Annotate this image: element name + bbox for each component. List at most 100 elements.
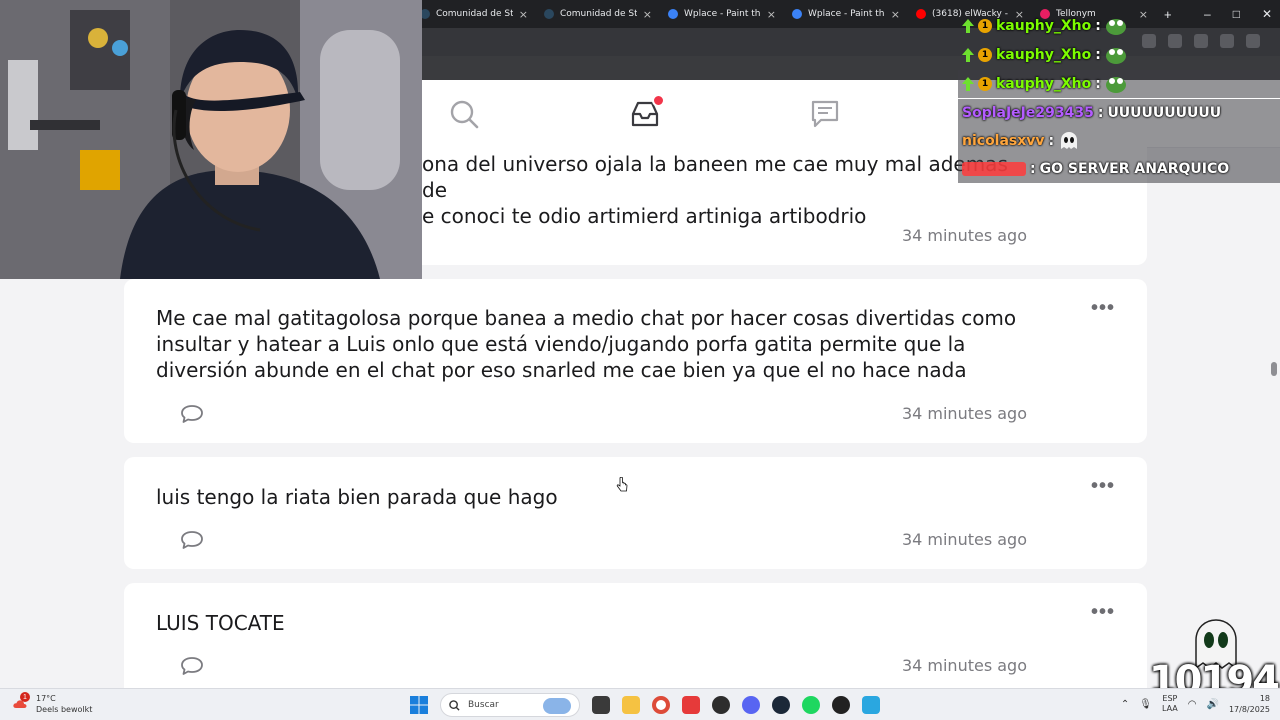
messages-icon[interactable]	[809, 98, 841, 130]
tab-close-icon[interactable]: ×	[891, 8, 900, 21]
chrome-icon[interactable]	[652, 696, 670, 714]
sub-badge-icon: 1	[978, 19, 992, 33]
language-code: ESP	[1162, 694, 1178, 703]
tab-close-icon[interactable]: ×	[643, 8, 652, 21]
browser-tab[interactable]: Wplace - Paint the w ×	[660, 0, 784, 28]
tab-favicon-icon	[916, 9, 926, 19]
search-icon[interactable]	[448, 98, 480, 130]
search-highlight-icon	[543, 698, 571, 714]
weather-alert-badge: 1	[20, 692, 30, 702]
weather-description: Deels bewolkt	[36, 705, 93, 714]
chat-separator: :	[1095, 76, 1101, 92]
browser-tab[interactable]: Wplace - Paint the w ×	[784, 0, 908, 28]
chat-separator: :	[1030, 161, 1036, 177]
hand-cursor-icon	[616, 477, 628, 492]
message-time: 34 minutes ago	[901, 226, 1027, 245]
weather-text: 17°C Deels bewolkt	[36, 693, 92, 715]
message-text: luis tengo la riata bien parada que hago	[156, 485, 558, 509]
message-card: LUIS TOCATE ••• 34 minutes ago	[124, 583, 1147, 688]
keyboard-layout: LAA	[1161, 704, 1178, 713]
weather-icon: 1	[12, 692, 30, 713]
chat-message: nicolasxvv :	[958, 127, 1280, 155]
microphone-icon[interactable]: 🎙	[1139, 699, 1152, 710]
chat-message: SoplaJeJe293435 : UUUUUUUUUU	[958, 99, 1280, 127]
viewer-counter: 10194	[1149, 618, 1280, 704]
obs-icon[interactable]	[832, 696, 850, 714]
chat-message: 1 kauphy_Xho :	[958, 12, 1280, 40]
app-red-icon[interactable]	[682, 696, 700, 714]
chat-text: GO SERVER ANARQUICO	[1039, 161, 1230, 177]
chat-separator: :	[1097, 105, 1104, 121]
chat-username: kauphy_Xho	[996, 18, 1092, 34]
chat-text: UUUUUUUUUU	[1107, 105, 1222, 121]
ghost-emote-icon	[1061, 132, 1078, 149]
comment-icon[interactable]	[180, 530, 204, 550]
chevron-up-icon[interactable]: ⌃	[1121, 699, 1129, 710]
tab-close-icon[interactable]: ×	[519, 8, 528, 21]
tab-label: Comunidad de Steam	[436, 9, 513, 19]
wifi-icon[interactable]: ◠	[1188, 699, 1197, 710]
chat-username: SoplaJeJe293435	[962, 105, 1094, 121]
message-time: 34 minutes ago	[901, 530, 1027, 549]
chat-separator: :	[1095, 47, 1101, 63]
clock[interactable]: 18 17/8/2025	[1229, 693, 1270, 715]
tab-close-icon[interactable]: ×	[767, 8, 776, 21]
chat-message: 1 kauphy_Xho :	[958, 70, 1280, 98]
windows-start-icon[interactable]	[410, 696, 428, 714]
file-explorer-icon[interactable]	[622, 696, 640, 714]
arrow-badge-icon	[962, 19, 974, 33]
clock-time: 18	[1259, 694, 1270, 703]
weather-widget[interactable]: 1 17°C Deels bewolkt	[12, 692, 92, 715]
steam-icon[interactable]	[772, 696, 790, 714]
clock-date: 17/8/2025	[1228, 705, 1270, 714]
arrow-badge-icon	[962, 77, 974, 91]
scrollbar-thumb[interactable]	[1271, 362, 1277, 376]
tab-label: Wplace - Paint the w	[684, 9, 761, 19]
chat-username: kauphy_Xho	[996, 76, 1092, 92]
chat-username: nicolasxvv	[962, 133, 1045, 149]
browser-tab[interactable]: Comunidad de Steam ×	[536, 0, 660, 28]
windows-taskbar: 1 17°C Deels bewolkt Buscar ⌃ 🎙 ESP LAA …	[0, 688, 1280, 720]
arrow-badge-icon	[962, 48, 974, 62]
pepe-emote-icon	[1105, 77, 1126, 93]
volume-icon[interactable]: 🔊	[1207, 699, 1219, 710]
notepad-icon[interactable]	[862, 696, 880, 714]
browser-tab[interactable]: Comunidad de Steam ×	[412, 0, 536, 28]
app-dark-icon[interactable]	[712, 696, 730, 714]
tab-favicon-icon	[792, 9, 802, 19]
more-options-button[interactable]: •••	[1091, 297, 1115, 320]
spotify-icon[interactable]	[802, 696, 820, 714]
message-card: luis tengo la riata bien parada que hago…	[124, 457, 1147, 569]
sub-badge-icon: 1	[978, 77, 992, 91]
chat-message: 1 kauphy_Xho :	[958, 41, 1280, 69]
chat-separator: :	[1048, 133, 1055, 149]
chat-separator: :	[1095, 18, 1101, 34]
streamer-camera-image	[0, 0, 422, 279]
chat-message: : GO SERVER ANARQUICO	[958, 155, 1280, 183]
taskbar-search-placeholder: Buscar	[468, 700, 499, 710]
webcam-overlay	[0, 0, 422, 279]
message-text: ona del universo ojala la baneen me cae …	[422, 152, 1008, 228]
task-view-icon[interactable]	[592, 696, 610, 714]
comment-icon[interactable]	[180, 656, 204, 676]
taskbar-apps: Buscar	[410, 692, 880, 718]
language-indicator[interactable]: ESP LAA	[1162, 694, 1178, 714]
message-time: 34 minutes ago	[901, 404, 1027, 423]
temperature: 17°C	[36, 694, 56, 703]
more-options-button[interactable]: •••	[1091, 475, 1115, 498]
message-text: LUIS TOCATE	[156, 611, 285, 635]
comment-icon[interactable]	[180, 404, 204, 424]
tab-label: Comunidad de Steam	[560, 9, 637, 19]
message-time: 34 minutes ago	[901, 656, 1027, 675]
message-text: Me cae mal gatitagolosa porque banea a m…	[156, 306, 1017, 382]
taskbar-search[interactable]: Buscar	[440, 693, 580, 717]
message-card: Me cae mal gatitagolosa porque banea a m…	[124, 279, 1147, 443]
pepe-emote-icon	[1105, 48, 1126, 64]
pepe-emote-icon	[1105, 19, 1126, 35]
chat-username-obscured	[962, 162, 1026, 176]
discord-icon[interactable]	[742, 696, 760, 714]
more-options-button[interactable]: •••	[1091, 601, 1115, 624]
sub-badge-icon: 1	[978, 48, 992, 62]
search-icon	[449, 699, 460, 711]
notification-dot	[652, 94, 665, 107]
